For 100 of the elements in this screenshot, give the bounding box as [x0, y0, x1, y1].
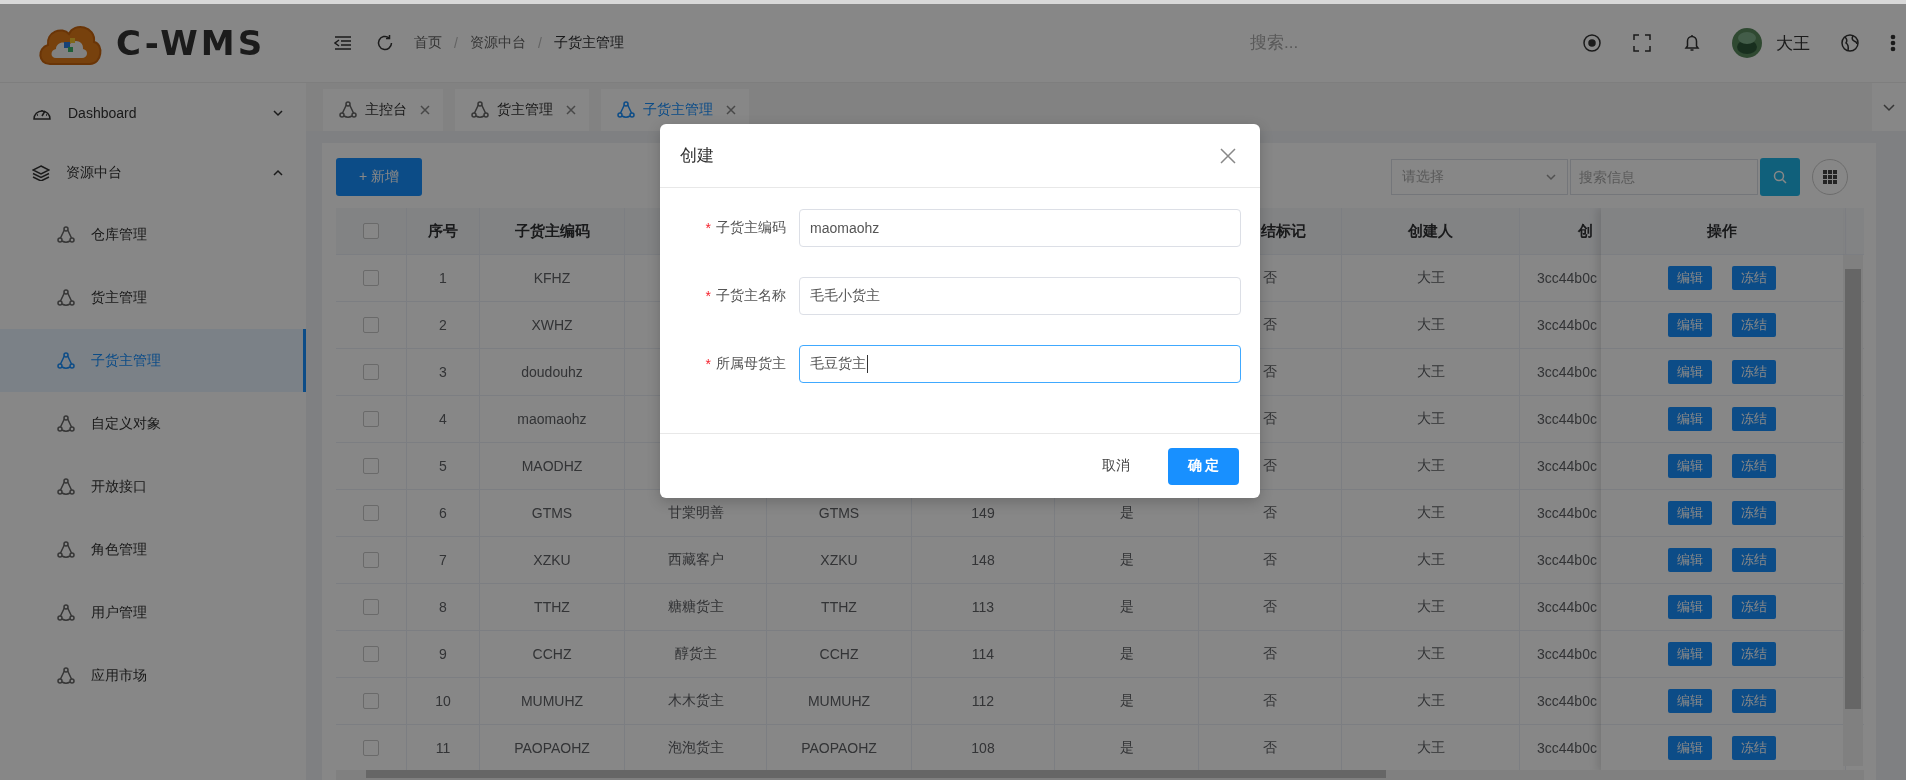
input-field[interactable]: 毛毛小货主: [799, 277, 1241, 315]
sidebar-item[interactable]: Dashboard: [0, 83, 306, 143]
freeze-button[interactable]: 冻结: [1732, 454, 1776, 478]
checkbox[interactable]: [363, 599, 379, 615]
edit-button[interactable]: 编辑: [1668, 266, 1712, 290]
close-icon[interactable]: [1220, 147, 1236, 164]
more-icon[interactable]: [1890, 33, 1896, 53]
confirm-button[interactable]: 确 定: [1168, 447, 1239, 485]
freeze-button[interactable]: 冻结: [1732, 595, 1776, 619]
input-field[interactable]: 毛豆货主: [799, 345, 1241, 383]
sidebar-item[interactable]: 用户管理: [0, 581, 306, 644]
table-cell: 8: [439, 599, 447, 615]
refresh-icon[interactable]: [376, 34, 394, 52]
table-cell: GTMS: [531, 505, 573, 521]
checkbox[interactable]: [363, 505, 379, 521]
scrollbar[interactable]: [336, 770, 1864, 780]
edit-button[interactable]: 编辑: [1668, 501, 1712, 525]
checkbox[interactable]: [363, 364, 379, 380]
freeze-button[interactable]: 冻结: [1732, 313, 1776, 337]
fullscreen-icon[interactable]: [1632, 33, 1652, 53]
breadcrumb-separator: /: [454, 35, 458, 51]
breadcrumb-link[interactable]: 资源中台: [469, 34, 526, 52]
tab[interactable]: 子货主管理: [601, 89, 749, 131]
table-cell: 否: [1263, 692, 1277, 710]
edit-button[interactable]: 编辑: [1668, 595, 1712, 619]
add-button[interactable]: + 新增: [336, 158, 422, 196]
tab[interactable]: 货主管理: [455, 89, 589, 131]
checkbox[interactable]: [363, 552, 379, 568]
checkbox[interactable]: [363, 646, 379, 662]
freeze-button[interactable]: 冻结: [1732, 266, 1776, 290]
bell-icon[interactable]: [1682, 33, 1702, 53]
table-cell: 4: [439, 411, 447, 427]
menu-fold-icon[interactable]: [334, 35, 352, 51]
sidebar-item[interactable]: 角色管理: [0, 518, 306, 581]
checkbox[interactable]: [363, 458, 379, 474]
field-label: 所属母货主: [716, 355, 786, 373]
close-icon[interactable]: [565, 104, 577, 116]
sidebar-item[interactable]: 自定义对象: [0, 392, 306, 455]
freeze-button[interactable]: 冻结: [1732, 642, 1776, 666]
search-button[interactable]: [1760, 158, 1800, 196]
logo-text: C-WMS: [116, 23, 266, 63]
breadcrumb-link[interactable]: 子货主管理: [553, 34, 624, 52]
layers-icon: [32, 165, 50, 181]
checkbox[interactable]: [363, 317, 379, 333]
table-cell: 113: [971, 599, 995, 615]
breadcrumb-link[interactable]: 首页: [414, 34, 442, 52]
freeze-button[interactable]: 冻结: [1732, 548, 1776, 572]
close-icon[interactable]: [725, 104, 737, 116]
freeze-button[interactable]: 冻结: [1732, 360, 1776, 384]
table-cell: 大王: [1416, 363, 1445, 381]
sidebar-item[interactable]: 资源中台: [0, 143, 306, 203]
checkbox[interactable]: [363, 270, 379, 286]
checkbox[interactable]: [363, 223, 379, 239]
table-cell: 3cc44b0c: [1537, 364, 1597, 380]
sidebar-item[interactable]: 子货主管理: [0, 329, 306, 392]
edit-button[interactable]: 编辑: [1668, 360, 1712, 384]
sidebar-item[interactable]: 应用市场: [0, 644, 306, 707]
column-header: 创: [1578, 221, 1593, 241]
table-cell: 木木货主: [667, 692, 724, 710]
edit-button[interactable]: 编辑: [1668, 454, 1712, 478]
freeze-button[interactable]: 冻结: [1732, 501, 1776, 525]
checkbox[interactable]: [363, 740, 379, 756]
freeze-button[interactable]: 冻结: [1732, 689, 1776, 713]
globe-icon[interactable]: [1840, 33, 1860, 53]
record-icon[interactable]: [1582, 33, 1602, 53]
checkbox[interactable]: [363, 693, 379, 709]
edit-button[interactable]: 编辑: [1668, 407, 1712, 431]
user-name[interactable]: 大王: [1776, 31, 1810, 55]
checkbox[interactable]: [363, 411, 379, 427]
freeze-button[interactable]: 冻结: [1732, 736, 1776, 760]
node-icon: [57, 477, 75, 496]
table-cell: 否: [1263, 739, 1277, 757]
scrollbar[interactable]: [1843, 255, 1863, 766]
table-cell: 否: [1263, 316, 1277, 334]
table-cell: doudouhz: [521, 364, 583, 380]
table-cell: 西藏客户: [667, 551, 724, 569]
dropdown-button[interactable]: [1872, 83, 1906, 131]
avatar[interactable]: [1732, 28, 1762, 58]
edit-button[interactable]: 编辑: [1668, 642, 1712, 666]
tab[interactable]: 主控台: [323, 89, 443, 131]
table-cell: 是: [1119, 504, 1134, 522]
sidebar-item[interactable]: 开放接口: [0, 455, 306, 518]
table-cell: 醇货主: [674, 645, 717, 663]
edit-button[interactable]: 编辑: [1668, 548, 1712, 572]
input-field[interactable]: maomaohz: [799, 209, 1241, 247]
table-cell: 甘棠明善: [667, 504, 724, 522]
edit-button[interactable]: 编辑: [1668, 736, 1712, 760]
cancel-button[interactable]: 取消: [1094, 451, 1138, 481]
edit-button[interactable]: 编辑: [1668, 689, 1712, 713]
sidebar-item[interactable]: 仓库管理: [0, 203, 306, 266]
node-icon: [617, 101, 635, 119]
table-cell: maomaohz: [517, 411, 587, 427]
freeze-button[interactable]: 冻结: [1732, 407, 1776, 431]
table-cell: 10: [435, 693, 451, 709]
close-icon[interactable]: [419, 104, 431, 116]
sidebar-item[interactable]: 货主管理: [0, 266, 306, 329]
table-cell: 大王: [1416, 692, 1445, 710]
edit-button[interactable]: 编辑: [1668, 313, 1712, 337]
table-cell: 5: [439, 458, 447, 474]
table-cell: 1: [439, 270, 447, 286]
